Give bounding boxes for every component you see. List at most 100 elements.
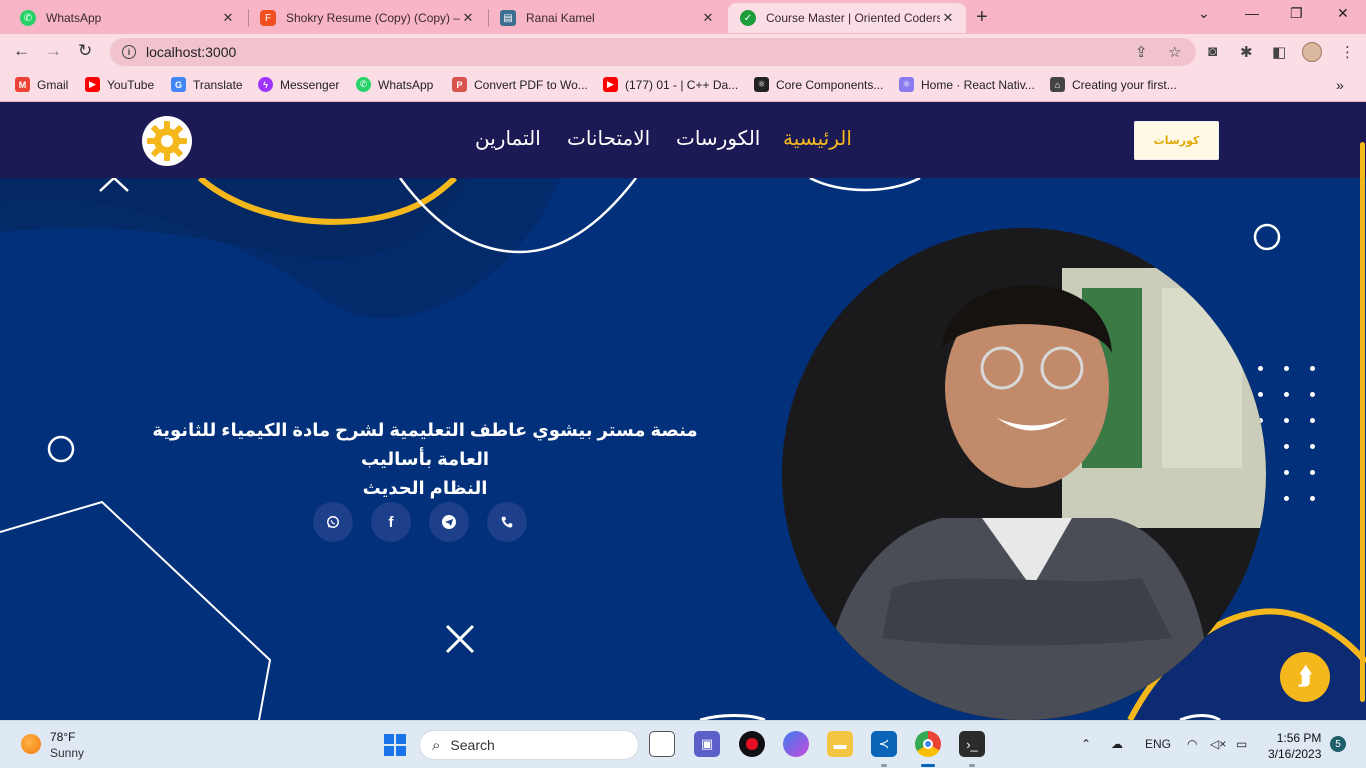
- onedrive-cloud-icon[interactable]: ☁: [1111, 737, 1123, 751]
- weather-temp[interactable]: 78°F: [50, 730, 75, 744]
- windows-start-icon[interactable]: [384, 734, 406, 756]
- gear-logo-icon[interactable]: [142, 116, 192, 166]
- tab-whatsapp[interactable]: ✆ WhatsApp ✕: [8, 3, 246, 33]
- bookmark-youtube[interactable]: ▶ YouTube: [85, 77, 154, 92]
- tab-search-chevron-icon[interactable]: ⌄: [1198, 5, 1210, 22]
- check-circle-icon: ✓: [740, 10, 756, 26]
- bookmark-label: Convert PDF to Wo...: [474, 77, 588, 92]
- telegram-icon: [442, 515, 456, 529]
- reload-icon[interactable]: ↻: [78, 41, 92, 61]
- bookmark-translate[interactable]: G Translate: [171, 77, 243, 92]
- bookmark-label: WhatsApp: [378, 77, 434, 92]
- file-explorer-icon[interactable]: ▬: [827, 731, 853, 757]
- arrow-up-icon: ⮭: [1297, 663, 1313, 690]
- wifi-icon[interactable]: ◠: [1187, 737, 1197, 751]
- nav-home[interactable]: الرئيسية: [783, 126, 852, 151]
- bookmark-star-icon[interactable]: ☆: [1168, 43, 1181, 61]
- nav-courses[interactable]: الكورسات: [676, 126, 760, 151]
- bookmark-creating-first[interactable]: ⌂ Creating your first...: [1050, 77, 1177, 92]
- bookmark-label: YouTube: [107, 77, 155, 92]
- language-indicator[interactable]: ENG: [1145, 737, 1171, 751]
- show-hidden-icons-chevron-icon[interactable]: ⌃: [1081, 737, 1091, 751]
- close-icon[interactable]: ✕: [940, 10, 956, 26]
- brand-text: كورسات: [1153, 135, 1200, 147]
- brand-logo[interactable]: كورسات: [1134, 121, 1219, 160]
- tab-figma[interactable]: F Shokry Resume (Copy) (Copy) – F ✕: [248, 3, 486, 33]
- record-icon[interactable]: [739, 731, 765, 757]
- bookmarks-bar: M Gmail ▶ YouTube G Translate ϟ Messenger ✆ W…: [0, 70, 1366, 102]
- weather-condition[interactable]: Sunny: [50, 746, 84, 760]
- tab-title: WhatsApp: [46, 11, 102, 25]
- bookmark-label: Gmail: [37, 77, 69, 92]
- bookmark-label: Messenger: [280, 77, 340, 92]
- task-view-icon[interactable]: [649, 731, 675, 757]
- phone-button[interactable]: [487, 502, 527, 542]
- close-window-icon[interactable]: ✕: [1337, 5, 1349, 22]
- windows-taskbar: 78°F Sunny ⌕ Search ▣ ▬ ≺ ›_ ⌃ ☁ ENG ◠ ◁…: [0, 720, 1366, 768]
- volume-muted-icon[interactable]: ◁×: [1210, 737, 1226, 751]
- copilot-icon[interactable]: [783, 731, 809, 757]
- terminal-icon[interactable]: ›_: [959, 731, 985, 757]
- whatsapp-button[interactable]: [313, 502, 353, 542]
- extensions-icon[interactable]: ✱: [1240, 43, 1253, 61]
- site-navbar: التمارين الامتحانات الكورسات الرئيسية كو…: [0, 102, 1366, 178]
- chrome-icon[interactable]: [915, 731, 941, 757]
- hero-line-1: منصة مستر بيشوي عاطف التعليمية لشرح مادة…: [152, 420, 698, 469]
- whatsapp-icon: [327, 516, 339, 528]
- scrollbar-thumb[interactable]: [1360, 142, 1365, 702]
- tab-title: Shokry Resume (Copy) (Copy) – F: [286, 11, 460, 25]
- tab-course-master[interactable]: ✓ Course Master | Oriented Coders ✕: [728, 3, 966, 33]
- camera-icon[interactable]: ◙: [1208, 43, 1217, 60]
- system-clock[interactable]: 1:56 PM 3/16/2023: [1268, 730, 1321, 762]
- back-icon[interactable]: ←: [13, 41, 30, 61]
- whatsapp-icon: ✆: [20, 10, 36, 26]
- profile-avatar[interactable]: [1302, 42, 1322, 62]
- phone-icon: [501, 516, 513, 528]
- nav-exams[interactable]: الامتحانات: [567, 126, 650, 151]
- facebook-button[interactable]: f: [371, 502, 411, 542]
- bookmark-whatsapp[interactable]: ✆ WhatsApp: [356, 77, 433, 92]
- bookmark-messenger[interactable]: ϟ Messenger: [258, 77, 339, 92]
- whatsapp-icon: ✆: [356, 77, 371, 92]
- share-icon[interactable]: ⇪: [1135, 43, 1148, 61]
- clock-date: 3/16/2023: [1268, 747, 1322, 761]
- page-scrollbar[interactable]: [1359, 102, 1366, 720]
- site-info-icon[interactable]: i: [122, 45, 136, 59]
- taskbar-search[interactable]: ⌕ Search: [419, 730, 639, 760]
- nav-exercises[interactable]: التمارين: [475, 126, 541, 151]
- bookmark-core-components[interactable]: ⚛ Core Components...: [754, 77, 883, 92]
- side-panel-icon[interactable]: ◧: [1272, 43, 1286, 61]
- sun-icon[interactable]: [21, 734, 41, 754]
- search-icon: ⌕: [432, 736, 441, 754]
- telegram-button[interactable]: [429, 502, 469, 542]
- web-page: التمارين الامتحانات الكورسات الرئيسية كو…: [0, 102, 1366, 720]
- close-icon[interactable]: ✕: [700, 10, 716, 26]
- figma-icon: F: [260, 10, 276, 26]
- scroll-to-top-button[interactable]: ⮭: [1280, 652, 1330, 702]
- facebook-icon: f: [388, 513, 394, 531]
- browser-toolbar: ← → ↻ i localhost:3000 ⇪ ☆ ◙ ✱ ◧ ⋮: [0, 34, 1366, 70]
- minimize-icon[interactable]: —: [1245, 5, 1259, 21]
- react-icon: ⚛: [754, 77, 769, 92]
- bookmark-cpp-video[interactable]: ▶ (177) 01 - | C++ Da...: [603, 77, 738, 92]
- battery-icon[interactable]: ▭: [1236, 737, 1247, 751]
- bookmark-gmail[interactable]: M Gmail: [15, 77, 68, 92]
- vscode-icon[interactable]: ≺: [871, 731, 897, 757]
- menu-kebab-icon[interactable]: ⋮: [1340, 43, 1355, 61]
- address-bar[interactable]: i localhost:3000: [110, 38, 1196, 66]
- teams-icon[interactable]: ▣: [694, 731, 720, 757]
- restore-icon[interactable]: ❐: [1290, 5, 1303, 22]
- bookmark-label: Creating your first...: [1072, 77, 1177, 92]
- more-bookmarks-icon[interactable]: »: [1336, 77, 1344, 93]
- notification-badge[interactable]: 5: [1330, 736, 1346, 752]
- hero-description: منصة مستر بيشوي عاطف التعليمية لشرح مادة…: [130, 416, 720, 503]
- close-icon[interactable]: ✕: [460, 10, 476, 26]
- new-tab-button[interactable]: +: [976, 6, 988, 29]
- forward-icon[interactable]: →: [45, 41, 62, 61]
- bookmark-react-native[interactable]: ⚛ Home · React Nativ...: [899, 77, 1035, 92]
- url-text: localhost:3000: [146, 44, 237, 60]
- bookmark-label: Home · React Nativ...: [921, 77, 1035, 92]
- tab-ranai-kamel[interactable]: ▤ Ranai Kamel ✕: [488, 3, 726, 33]
- close-icon[interactable]: ✕: [220, 10, 236, 26]
- bookmark-convert-pdf[interactable]: P Convert PDF to Wo...: [452, 77, 588, 92]
